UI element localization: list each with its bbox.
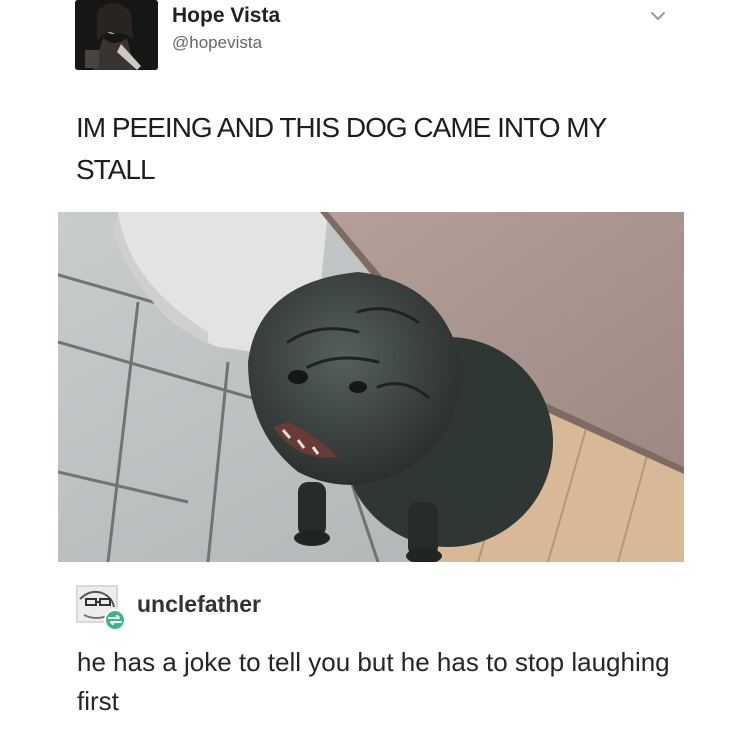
tweet-avatar[interactable]: [75, 0, 158, 70]
tweet-photo[interactable]: [58, 212, 684, 562]
avatar-image: [76, 585, 126, 631]
reply-text: he has a joke to tell you but he has to …: [77, 647, 670, 716]
avatar-image: [75, 0, 158, 70]
tweet-text: IM PEEING AND THIS DOG CAME INTO MY STAL…: [76, 112, 607, 185]
dog-photo: [58, 212, 684, 562]
tweet-handle[interactable]: @hopevista: [172, 33, 262, 53]
tumblr-reblog-badge-icon: [104, 609, 126, 631]
reply-username[interactable]: unclefather: [137, 591, 261, 618]
chevron-down-icon[interactable]: [648, 6, 668, 26]
reply-avatar[interactable]: [76, 585, 126, 631]
tweet-display-name[interactable]: Hope Vista: [172, 4, 280, 28]
